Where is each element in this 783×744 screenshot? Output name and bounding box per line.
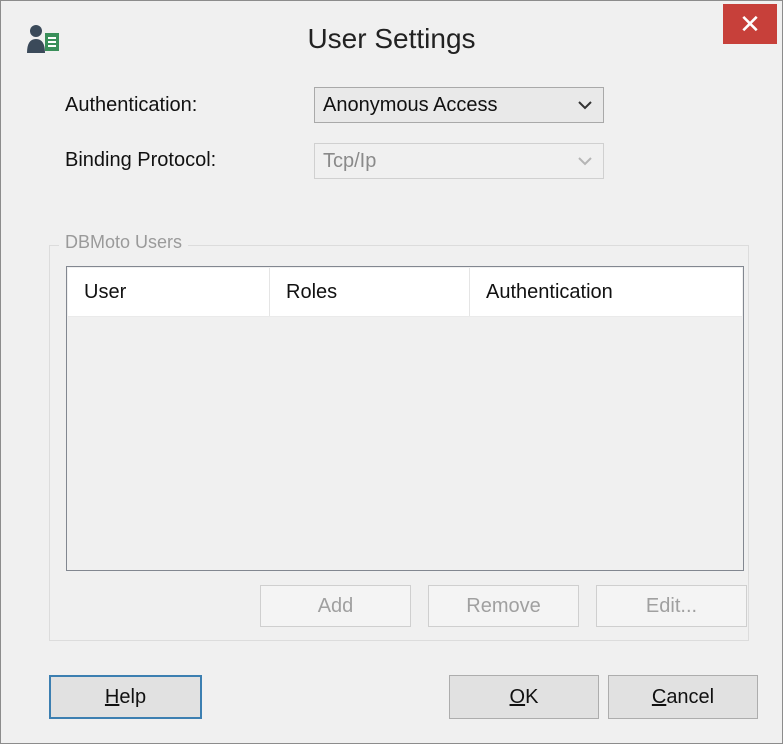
dbmoto-users-group-title: DBMoto Users	[59, 232, 189, 253]
window-title: User Settings	[307, 23, 476, 54]
cancel-button[interactable]: Cancel	[608, 675, 758, 719]
column-header-user[interactable]: User	[68, 268, 270, 316]
close-button[interactable]: ✕	[723, 4, 777, 44]
cancel-mnemonic: C	[651, 685, 667, 708]
help-label-rest: elp	[119, 685, 147, 708]
binding-protocol-select-value: Tcp/Ip	[323, 149, 377, 172]
help-mnemonic: H	[104, 685, 120, 708]
cancel-label-rest: ancel	[666, 685, 715, 708]
binding-protocol-select[interactable]: Tcp/Ip	[314, 143, 604, 179]
ok-label-rest: K	[525, 685, 539, 708]
authentication-select-value: Anonymous Access	[323, 93, 498, 116]
remove-user-button[interactable]: Remove	[428, 585, 579, 627]
binding-protocol-label: Binding Protocol:	[65, 149, 217, 171]
ok-mnemonic: O	[509, 685, 526, 708]
title-bar: User Settings ✕	[1, 1, 782, 81]
help-button[interactable]: Help	[49, 675, 202, 719]
chevron-down-icon	[578, 157, 592, 166]
column-header-roles[interactable]: Roles	[270, 268, 470, 316]
column-header-authentication[interactable]: Authentication	[470, 268, 742, 316]
users-list-header: User Roles Authentication	[68, 268, 742, 317]
ok-button[interactable]: OK	[449, 675, 599, 719]
users-list[interactable]: User Roles Authentication	[66, 266, 744, 571]
add-user-button[interactable]: Add	[260, 585, 411, 627]
authentication-select[interactable]: Anonymous Access	[314, 87, 604, 123]
close-icon: ✕	[739, 8, 761, 39]
chevron-down-icon	[578, 101, 592, 110]
authentication-label: Authentication:	[65, 94, 198, 116]
edit-user-button[interactable]: Edit...	[596, 585, 747, 627]
user-settings-dialog: User Settings ✕ Authentication: Anonymou…	[0, 0, 783, 744]
